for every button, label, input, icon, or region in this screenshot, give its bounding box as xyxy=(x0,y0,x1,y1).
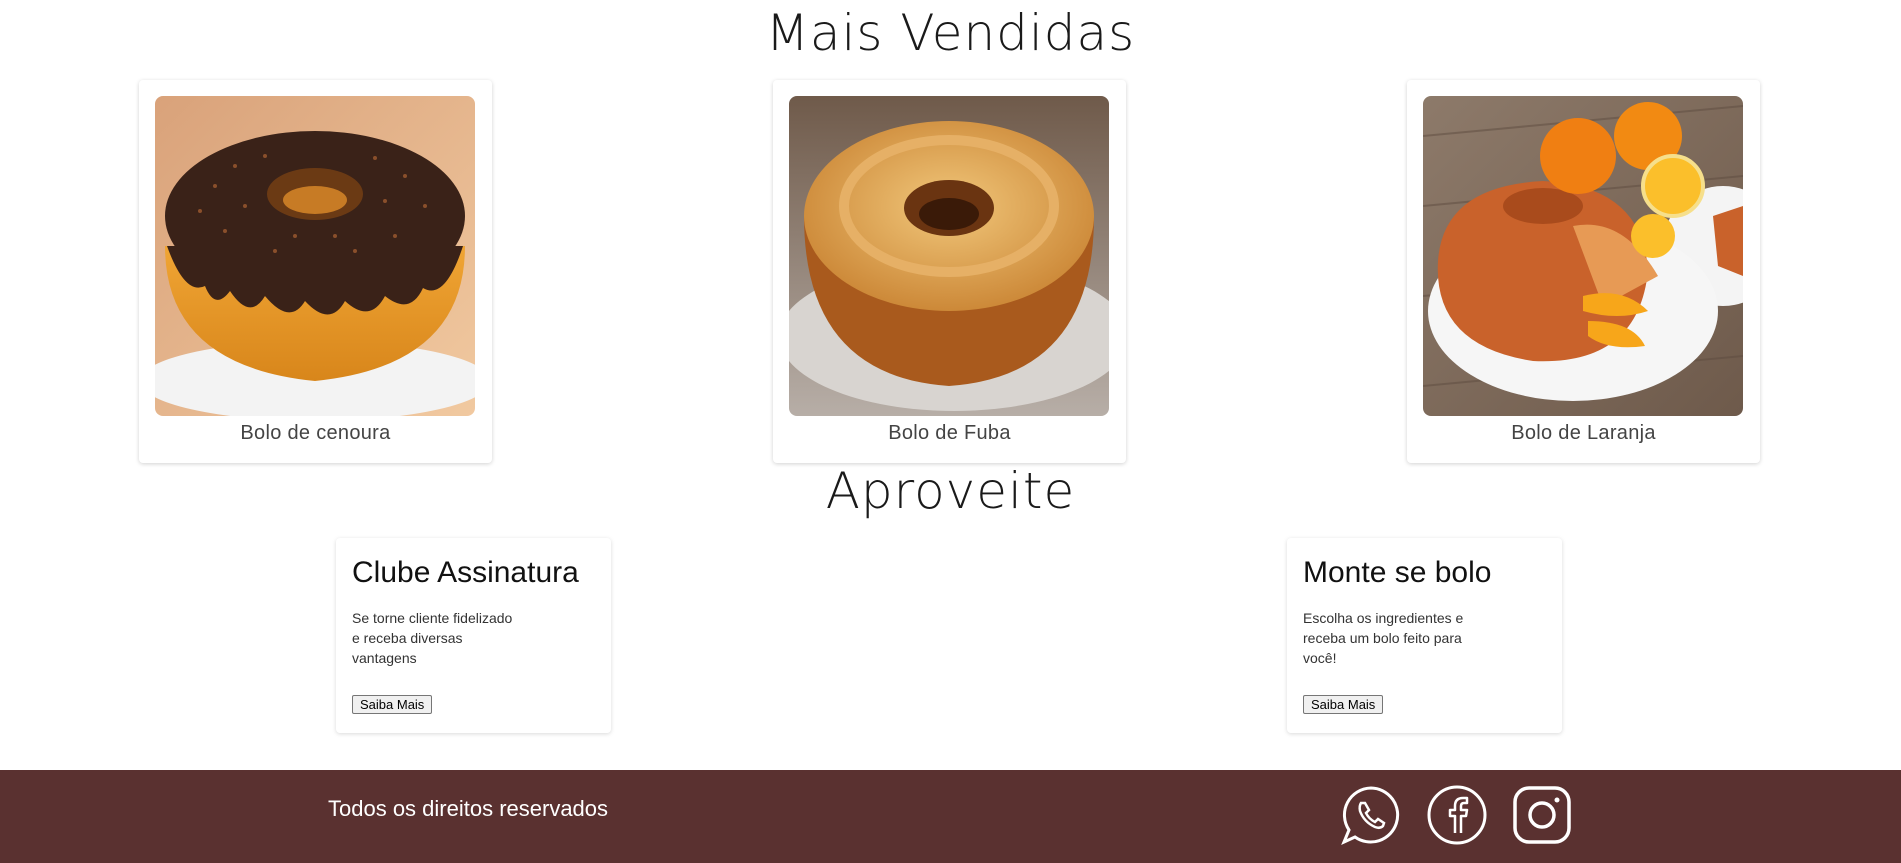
whatsapp-icon[interactable] xyxy=(1340,784,1402,846)
cake-photo xyxy=(789,96,1109,416)
product-name: Bolo de Laranja xyxy=(1511,422,1656,444)
promo-card-clube-assinatura: Clube Assinatura Se torne cliente fideli… xyxy=(336,538,611,733)
best-sellers-title: Mais Vendidas xyxy=(765,4,1136,62)
footer: Todos os direitos reservados xyxy=(0,770,1901,863)
offers-title: Aproveite xyxy=(825,462,1076,520)
cake-photo xyxy=(1423,96,1743,416)
footer-rights-text: Todos os direitos reservados xyxy=(328,796,609,821)
cake-photo xyxy=(155,96,475,416)
promo-card-monte-se-bolo: Monte se bolo Escolha os ingredientes e … xyxy=(1287,538,1562,733)
saiba-mais-button[interactable]: Saiba Mais xyxy=(1303,695,1384,714)
saiba-mais-button[interactable]: Saiba Mais xyxy=(352,695,433,714)
product-card-bolo-de-laranja[interactable]: Bolo de Laranja xyxy=(1407,80,1760,463)
product-card-bolo-de-cenoura[interactable]: Bolo de cenoura xyxy=(139,80,492,463)
facebook-icon[interactable] xyxy=(1426,784,1488,846)
promo-text: Se torne cliente fidelizado e receba div… xyxy=(352,610,513,666)
promo-title: Monte se bolo xyxy=(1303,556,1492,589)
promo-title: Clube Assinatura xyxy=(352,556,579,589)
product-name: Bolo de Fuba xyxy=(888,422,1011,444)
promo-text: Escolha os ingredientes e receba um bolo… xyxy=(1303,610,1464,666)
instagram-icon[interactable] xyxy=(1511,784,1573,846)
product-name: Bolo de cenoura xyxy=(240,422,391,444)
product-card-bolo-de-fuba[interactable]: Bolo de Fuba xyxy=(773,80,1126,463)
